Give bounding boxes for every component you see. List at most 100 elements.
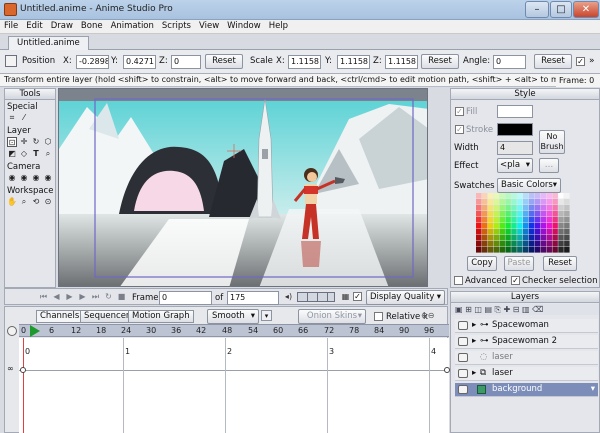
color-swatch[interactable] [487, 247, 494, 253]
color-swatch[interactable] [558, 193, 564, 199]
keyframe-options-icon[interactable]: ▾ [261, 310, 272, 321]
style-reset-button[interactable]: Reset [543, 256, 577, 271]
roll-camera-tool-icon[interactable]: ◉ [31, 173, 41, 183]
menu-draw[interactable]: Draw [47, 20, 77, 32]
color-swatch[interactable] [487, 211, 494, 217]
menu-view[interactable]: View [195, 20, 223, 32]
color-swatch[interactable] [499, 223, 505, 229]
color-swatch[interactable] [481, 205, 488, 211]
paste-button[interactable]: Paste [504, 256, 534, 271]
color-swatch[interactable] [499, 247, 505, 253]
color-swatch[interactable] [493, 247, 500, 253]
tab-motion-graph[interactable]: Motion Graph [128, 310, 194, 323]
layer-visibility-icon[interactable] [458, 353, 468, 362]
expand-arrow-icon[interactable]: ▸ [472, 367, 476, 380]
play-button[interactable]: ▶ [64, 292, 75, 302]
copy-button[interactable]: Copy [467, 256, 497, 271]
color-swatch[interactable] [511, 241, 517, 247]
color-swatch[interactable] [481, 193, 488, 199]
color-swatch[interactable] [540, 217, 547, 223]
color-swatch[interactable] [481, 241, 488, 247]
color-swatch[interactable] [540, 229, 547, 235]
color-swatch[interactable] [540, 241, 547, 247]
color-swatch[interactable] [481, 235, 488, 241]
color-swatch[interactable] [481, 247, 488, 253]
no-brush-button[interactable]: No Brush [539, 130, 565, 154]
color-swatch[interactable] [493, 205, 500, 211]
effect-more-button[interactable]: … [539, 158, 559, 173]
playhead-marker[interactable] [30, 325, 40, 337]
color-swatch[interactable] [564, 217, 570, 223]
color-swatch[interactable] [487, 223, 494, 229]
color-swatch[interactable] [493, 199, 500, 205]
color-swatch[interactable] [523, 229, 529, 235]
color-swatch[interactable] [511, 211, 517, 217]
color-swatch[interactable] [517, 247, 523, 253]
color-swatch[interactable] [546, 205, 552, 211]
layer-visibility-icon[interactable] [458, 321, 468, 330]
menu-edit[interactable]: Edit [22, 20, 46, 32]
color-swatch[interactable] [534, 247, 541, 253]
zoom-icons[interactable]: ⊕⊖ [421, 311, 434, 320]
color-swatch[interactable] [546, 199, 552, 205]
color-swatch[interactable] [505, 247, 511, 253]
layer-visibility-icon[interactable] [458, 369, 468, 378]
color-swatch[interactable] [493, 229, 500, 235]
color-swatch-grid[interactable] [476, 193, 570, 253]
color-swatch[interactable] [481, 211, 488, 217]
total-frames-field[interactable]: 175 [227, 291, 279, 305]
color-swatch[interactable] [552, 235, 558, 241]
angle-reset-button[interactable]: Reset [534, 54, 572, 69]
color-swatch[interactable] [511, 217, 517, 223]
scale-y-field[interactable]: 1.1158 [337, 55, 370, 69]
pan-camera-tool-icon[interactable]: ◉ [43, 173, 53, 183]
color-swatch[interactable] [540, 223, 547, 229]
color-swatch[interactable] [517, 217, 523, 223]
crop-tool-icon[interactable]: ⌗ [7, 113, 17, 123]
color-swatch[interactable] [564, 199, 570, 205]
color-swatch[interactable] [499, 229, 505, 235]
color-swatch[interactable] [476, 193, 482, 199]
color-swatch[interactable] [487, 241, 494, 247]
switch-layer-tool-icon[interactable]: ⌕ [43, 149, 53, 159]
color-swatch[interactable] [493, 235, 500, 241]
more-options-icon[interactable]: » [589, 56, 595, 66]
color-swatch[interactable] [517, 193, 523, 199]
color-swatch[interactable] [505, 193, 511, 199]
document-tab[interactable]: Untitled.anime [8, 36, 89, 50]
color-swatch[interactable] [499, 235, 505, 241]
layer-visibility-icon[interactable] [458, 385, 468, 394]
color-swatch[interactable] [552, 247, 558, 253]
layer-row-spacewoman[interactable]: ▸ ⊶ Spacewoman [455, 319, 598, 333]
tab-channels[interactable]: Channels [36, 310, 84, 323]
color-swatch[interactable] [552, 193, 558, 199]
color-swatch[interactable] [546, 241, 552, 247]
color-swatch[interactable] [481, 229, 488, 235]
layer-row-background[interactable]: background ▾ [455, 383, 598, 397]
menu-window[interactable]: Window [223, 20, 265, 32]
orbit-workspace-tool-icon[interactable]: ⊙ [43, 197, 53, 207]
position-reset-button[interactable]: Reset [205, 54, 243, 69]
layer-row-spacewoman-2[interactable]: ▸ ⊶ Spacewoman 2 [455, 335, 598, 349]
canvas-viewport[interactable] [58, 88, 428, 287]
zoom-camera-tool-icon[interactable]: ◉ [19, 173, 29, 183]
color-swatch[interactable] [505, 229, 511, 235]
color-swatch[interactable] [511, 205, 517, 211]
menu-file[interactable]: File [0, 20, 22, 32]
color-swatch[interactable] [558, 241, 564, 247]
color-swatch[interactable] [476, 223, 482, 229]
menu-animation[interactable]: Animation [107, 20, 158, 32]
audio-icon[interactable]: ◂) [283, 292, 294, 302]
color-swatch[interactable] [528, 247, 535, 253]
menu-scripts[interactable]: Scripts [158, 20, 195, 32]
color-swatch[interactable] [558, 247, 564, 253]
color-swatch[interactable] [564, 241, 570, 247]
color-swatch[interactable] [493, 193, 500, 199]
color-swatch[interactable] [505, 235, 511, 241]
color-swatch[interactable] [493, 223, 500, 229]
color-swatch[interactable] [523, 223, 529, 229]
layer-row-laser-group[interactable]: ▸ ⧉ laser [455, 367, 598, 381]
color-swatch[interactable] [540, 235, 547, 241]
color-swatch[interactable] [546, 235, 552, 241]
scale-reset-button[interactable]: Reset [421, 54, 459, 69]
